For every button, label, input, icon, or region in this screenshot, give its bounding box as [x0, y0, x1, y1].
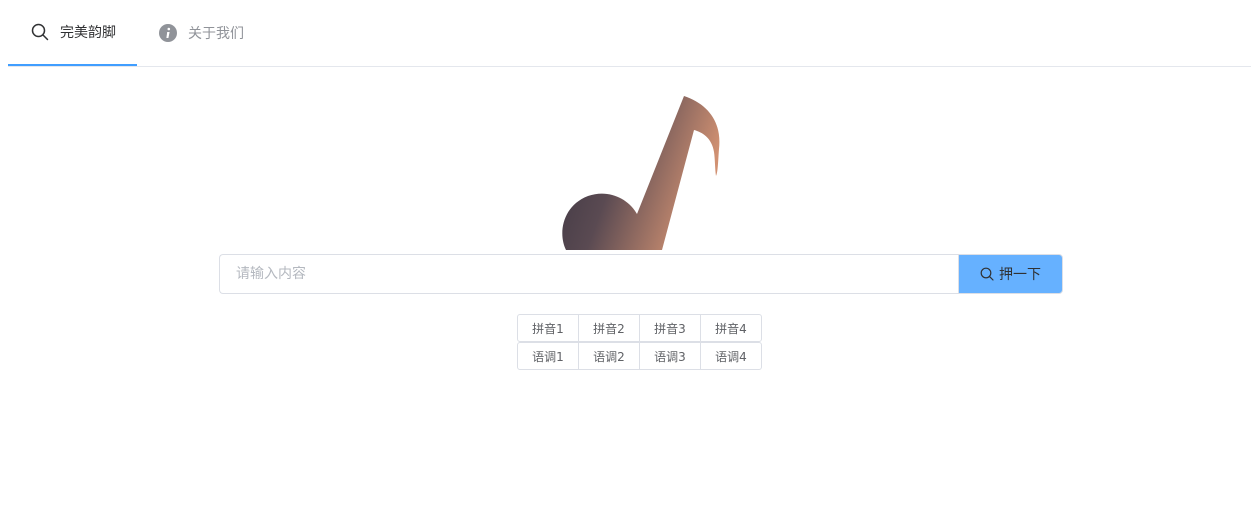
tab-bar: 完美韵脚 关于我们 [8, 0, 1251, 67]
tone-2-button[interactable]: 语调2 [578, 342, 640, 370]
pinyin-1-button[interactable]: 拼音1 [517, 314, 579, 342]
search-icon [980, 267, 994, 281]
search-bar: 押一下 [219, 254, 1063, 294]
search-icon [31, 23, 49, 41]
tone-button-group: 语调1 语调2 语调3 语调4 [517, 342, 762, 370]
music-note-icon [560, 94, 724, 252]
tone-4-button[interactable]: 语调4 [700, 342, 762, 370]
tab-about-us[interactable]: 关于我们 [159, 0, 269, 66]
pinyin-button-group: 拼音1 拼音2 拼音3 拼音4 [517, 314, 762, 342]
pinyin-3-button[interactable]: 拼音3 [639, 314, 701, 342]
rhyme-search-button[interactable]: 押一下 [958, 254, 1063, 294]
search-button-label: 押一下 [999, 267, 1041, 283]
tab-perfect-rhyme[interactable]: 完美韵脚 [8, 0, 137, 66]
tone-1-button[interactable]: 语调1 [517, 342, 579, 370]
info-icon [159, 24, 177, 42]
tab-label: 关于我们 [188, 26, 244, 42]
search-input[interactable] [219, 254, 958, 294]
tone-3-button[interactable]: 语调3 [639, 342, 701, 370]
pinyin-2-button[interactable]: 拼音2 [578, 314, 640, 342]
tab-label: 完美韵脚 [60, 25, 116, 41]
pinyin-4-button[interactable]: 拼音4 [700, 314, 762, 342]
